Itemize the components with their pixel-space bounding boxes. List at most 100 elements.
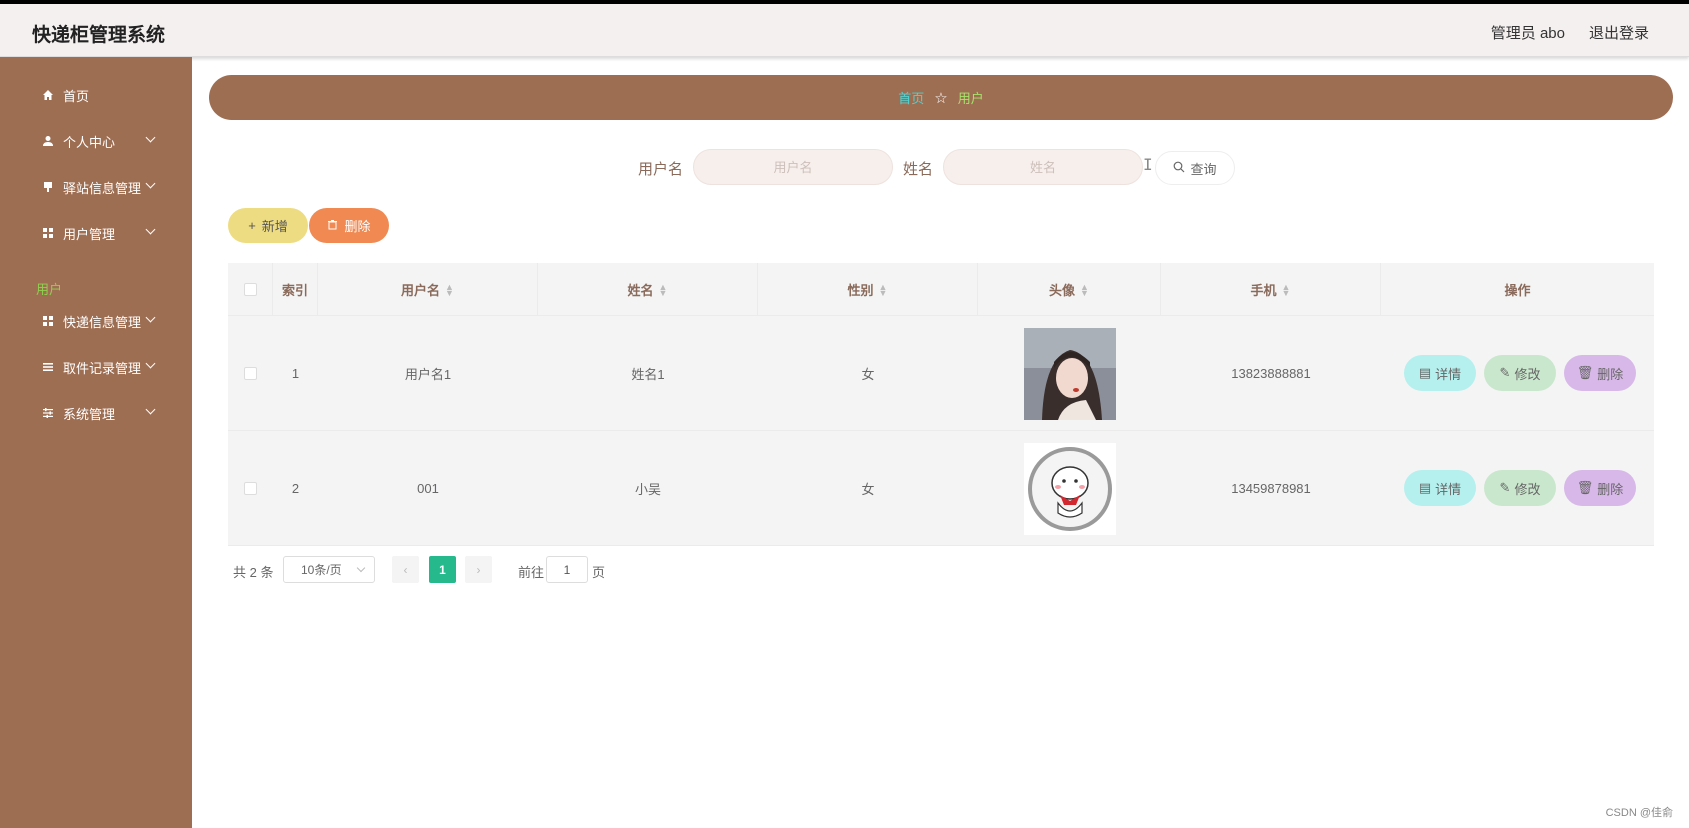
pencil-icon: ✎ (1499, 480, 1511, 495)
column-header-username[interactable]: 用户名 ▲ ▼ (318, 263, 538, 316)
detail-button[interactable]: ▤ 详情 (1404, 355, 1476, 391)
chevron-right-icon: › (476, 562, 481, 577)
list-icon (41, 361, 54, 374)
top-header: 快递柜管理系统 管理员 abo 退出登录 (0, 4, 1689, 57)
sidebar-item-express-info[interactable]: 快递信息管理 (0, 306, 192, 336)
sort-icon[interactable]: ▲ ▼ (659, 282, 668, 297)
cell-actions: ▤ 详情 ✎ 修改 🗑︎ 删除 (1381, 431, 1654, 546)
sort-icon[interactable]: ▲ ▼ (879, 282, 888, 297)
current-user-label: 管理员 abo (1490, 25, 1565, 42)
batch-delete-label: 删除 (344, 219, 371, 234)
next-page-button[interactable]: › (465, 556, 492, 583)
breadcrumb-current: 用户 (957, 91, 984, 106)
cell-actions: ▤ 详情 ✎ 修改 🗑︎ 删除 (1381, 316, 1654, 431)
username-search-label: 用户名 (638, 161, 684, 178)
header-user-area: 管理员 abo 退出登录 (1491, 22, 1649, 43)
grid-icon (41, 227, 54, 240)
sidebar-subitem-users[interactable]: 用户 (36, 279, 62, 298)
search-form: 用户名 姓名 I 查询 (0, 147, 1689, 187)
detail-button[interactable]: ▤ 详情 (1404, 470, 1476, 506)
document-icon: ▤ (1418, 480, 1432, 495)
text-cursor-icon: I (1143, 155, 1153, 174)
sliders-icon (41, 407, 54, 420)
chevron-down-icon (145, 312, 156, 323)
trash-icon (327, 218, 338, 233)
column-header-name[interactable]: 姓名 ▲ ▼ (538, 263, 758, 316)
cell-username: 001 (417, 481, 439, 496)
sidebar-item-label: 首页 (63, 88, 90, 104)
grid-icon (41, 315, 54, 328)
app-window: 快递柜管理系统 管理员 abo 退出登录 首页 个人中心 驿站信息管理 用户管理… (0, 4, 1689, 828)
chevron-down-icon (145, 404, 156, 415)
add-button-label: 新增 (261, 219, 288, 234)
column-header-gender[interactable]: 性别 ▲ ▼ (758, 263, 978, 316)
star-icon: ☆ (934, 89, 948, 107)
sidebar-item-label: 系统管理 (63, 406, 116, 422)
edit-button[interactable]: ✎ 修改 (1484, 355, 1556, 391)
delete-button[interactable]: 🗑︎ 删除 (1564, 470, 1636, 506)
batch-delete-button[interactable]: 删除 (309, 208, 389, 243)
sidebar-item-label: 取件记录管理 (63, 360, 142, 376)
column-header-avatar[interactable]: 头像 ▲ ▼ (978, 263, 1161, 316)
cell-gender: 女 (861, 482, 875, 497)
sidebar-item-user-management[interactable]: 用户管理 (0, 218, 192, 248)
page-unit-label: 页 (592, 565, 606, 580)
chevron-down-icon (145, 358, 156, 369)
pagination-total: 共 2 条 (233, 565, 274, 580)
chevron-left-icon: ‹ (403, 562, 408, 577)
chevron-down-icon (145, 224, 156, 235)
page-number-button[interactable]: 1 (429, 556, 456, 583)
chevron-down-icon (356, 563, 366, 573)
goto-label: 前往 (518, 565, 545, 580)
breadcrumb-home-link[interactable]: 首页 (898, 88, 924, 107)
sort-icon[interactable]: ▲ ▼ (445, 282, 454, 297)
cell-name: 姓名1 (631, 367, 665, 382)
avatar (1023, 442, 1116, 535)
name-search-input[interactable] (943, 149, 1143, 185)
avatar (1023, 327, 1116, 420)
column-header-phone[interactable]: 手机 ▲ ▼ (1161, 263, 1381, 316)
username-search-input[interactable] (693, 149, 893, 185)
watermark: CSDN @佳俞 (1605, 807, 1673, 819)
users-table: 索引 用户名 ▲ ▼ 姓名 ▲ ▼ 性别 ▲ ▼ 头像 ▲ ▼ 手机 ▲ ▼ 操作 (228, 263, 1654, 546)
plus-icon: + (248, 218, 256, 233)
select-all-cell (228, 263, 273, 316)
prev-page-button[interactable]: ‹ (392, 556, 419, 583)
row-checkbox[interactable] (244, 367, 257, 380)
app-title: 快递柜管理系统 (32, 25, 166, 46)
cell-phone: 13823888881 (1231, 366, 1311, 381)
table-row: 1 用户名1 姓名1 女 13823888881 ▤ 详情 ✎ 修改 🗑︎ 删除 (228, 316, 1654, 431)
logout-link[interactable]: 退出登录 (1589, 22, 1649, 43)
breadcrumb: 首页 ☆ 用户 (209, 75, 1673, 120)
search-button[interactable]: 查询 (1155, 151, 1235, 185)
search-icon (1173, 161, 1185, 176)
column-header-actions: 操作 (1504, 283, 1531, 298)
cell-phone: 13459878981 (1231, 481, 1311, 496)
sidebar-item-label: 快递信息管理 (63, 314, 142, 330)
row-checkbox[interactable] (244, 482, 257, 495)
add-button[interactable]: + 新增 (228, 208, 308, 243)
cell-gender: 女 (861, 367, 875, 382)
user-icon (41, 135, 54, 148)
delete-button[interactable]: 🗑︎ 删除 (1564, 355, 1636, 391)
sort-icon[interactable]: ▲ ▼ (1080, 282, 1089, 297)
pagination: 共 2 条 10条/页 ‹ 1 › 前往 页 (0, 556, 1689, 584)
cell-index: 1 (291, 366, 300, 381)
goto-page-input[interactable] (546, 556, 588, 583)
home-icon (41, 89, 54, 102)
cell-name: 小吴 (634, 482, 661, 497)
table-row: 2 001 小吴 女 13459878981 ▤ 详情 ✎ 修改 🗑︎ 删除 (228, 431, 1654, 546)
search-button-label: 查询 (1190, 161, 1217, 177)
sidebar-item-label: 用户管理 (63, 226, 116, 242)
sidebar-item-pickup-records[interactable]: 取件记录管理 (0, 352, 192, 382)
sidebar-item-system-management[interactable]: 系统管理 (0, 398, 192, 428)
document-icon: ▤ (1418, 365, 1432, 380)
chevron-down-icon (145, 132, 156, 143)
name-search-label: 姓名 (903, 161, 934, 178)
sort-icon[interactable]: ▲ ▼ (1282, 282, 1291, 297)
sidebar-item-home[interactable]: 首页 (0, 80, 192, 110)
edit-button[interactable]: ✎ 修改 (1484, 470, 1556, 506)
select-all-checkbox[interactable] (243, 283, 257, 296)
table-header: 索引 用户名 ▲ ▼ 姓名 ▲ ▼ 性别 ▲ ▼ 头像 ▲ ▼ 手机 ▲ ▼ 操作 (228, 263, 1654, 316)
page-size-select[interactable]: 10条/页 (283, 556, 375, 583)
